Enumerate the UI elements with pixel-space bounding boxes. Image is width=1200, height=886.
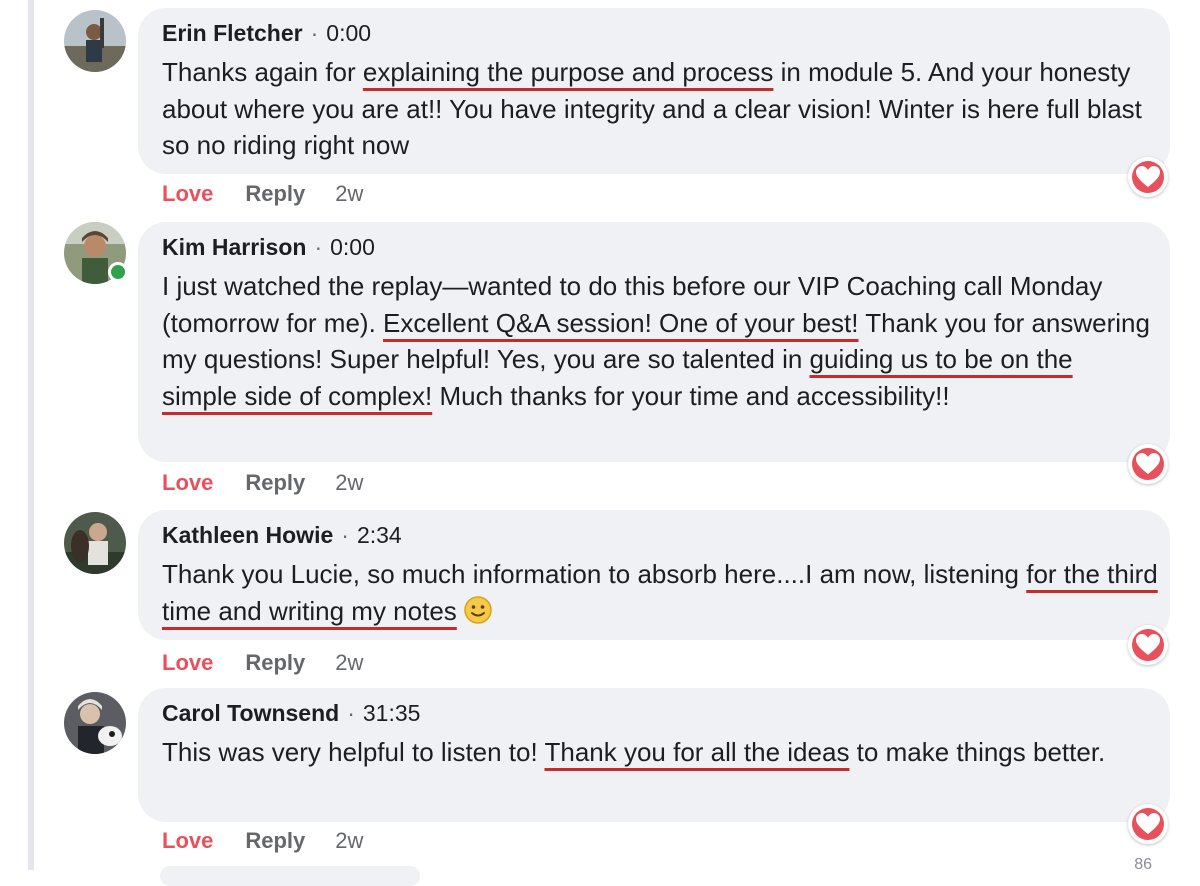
avatar[interactable]: [64, 692, 126, 754]
reaction-badge[interactable]: [1128, 625, 1168, 665]
comment-author[interactable]: Kim Harrison: [162, 234, 306, 260]
smiling-face-icon: [463, 595, 493, 625]
comment-text: This was very helpful to listen to! Than…: [162, 737, 1106, 767]
page-number: 86: [1134, 856, 1152, 873]
video-timestamp[interactable]: 0:00: [330, 234, 375, 260]
video-timestamp[interactable]: 31:35: [363, 700, 421, 726]
comment-actions: Love Reply 2w: [162, 828, 363, 854]
thread-rule: [28, 0, 34, 870]
comment-age[interactable]: 2w: [335, 470, 363, 495]
video-timestamp[interactable]: 0:00: [326, 20, 371, 46]
reply-button[interactable]: Reply: [245, 828, 305, 853]
comment-age[interactable]: 2w: [335, 650, 363, 675]
reaction-badge[interactable]: [1128, 444, 1168, 484]
underlined-text: Excellent Q&A session! One of your best!: [383, 307, 859, 338]
comment-text: Thanks again for explaining the purpose …: [162, 57, 1142, 160]
reply-button[interactable]: Reply: [245, 181, 305, 206]
avatar[interactable]: [64, 10, 126, 72]
reaction-badge[interactable]: [1128, 804, 1168, 844]
next-comment-bubble: [160, 866, 420, 886]
comment-bubble: Kim Harrison · 0:00 I just watched the rep…: [138, 222, 1170, 462]
separator-dot: ·: [314, 234, 323, 260]
heart-icon: [1136, 453, 1160, 474]
separator-dot: ·: [341, 522, 349, 548]
comment-age[interactable]: 2w: [335, 828, 363, 853]
comment-author[interactable]: Carol Townsend: [162, 700, 339, 726]
reply-button[interactable]: Reply: [245, 650, 305, 675]
comment-actions: Love Reply 2w: [162, 650, 363, 676]
comment-text: Thank you Lucie, so much information to …: [162, 559, 1158, 626]
love-button[interactable]: Love: [162, 828, 213, 853]
comment-actions: Love Reply 2w: [162, 181, 363, 207]
heart-icon: [1136, 813, 1160, 834]
underlined-text: Thank you for all the ideas: [544, 737, 850, 767]
comment-age[interactable]: 2w: [335, 181, 363, 206]
love-button[interactable]: Love: [162, 470, 213, 495]
heart-icon: [1136, 166, 1160, 187]
reply-button[interactable]: Reply: [245, 470, 305, 495]
separator-dot: ·: [347, 700, 355, 726]
comment-bubble: Erin Fletcher · 0:00 Thanks again for expl…: [138, 8, 1170, 174]
avatar[interactable]: [64, 512, 126, 574]
love-button[interactable]: Love: [162, 181, 213, 206]
comment-bubble: Carol Townsend · 31:35 This was very helpf…: [138, 688, 1170, 822]
comment-bubble: Kathleen Howie · 2:34 Thank you Lucie, so …: [138, 510, 1170, 640]
comment-author[interactable]: Erin Fletcher: [162, 20, 303, 46]
comment-text: I just watched the replay—wanted to do t…: [162, 271, 1150, 411]
reaction-badge[interactable]: [1128, 157, 1168, 197]
separator-dot: ·: [310, 20, 319, 46]
love-button[interactable]: Love: [162, 650, 213, 675]
comment-author[interactable]: Kathleen Howie: [162, 522, 333, 548]
heart-icon: [1136, 634, 1160, 655]
online-status-dot: [108, 262, 128, 282]
comment-actions: Love Reply 2w: [162, 470, 363, 496]
video-timestamp[interactable]: 2:34: [357, 522, 402, 548]
underlined-text: explaining the purpose and process: [362, 57, 774, 87]
